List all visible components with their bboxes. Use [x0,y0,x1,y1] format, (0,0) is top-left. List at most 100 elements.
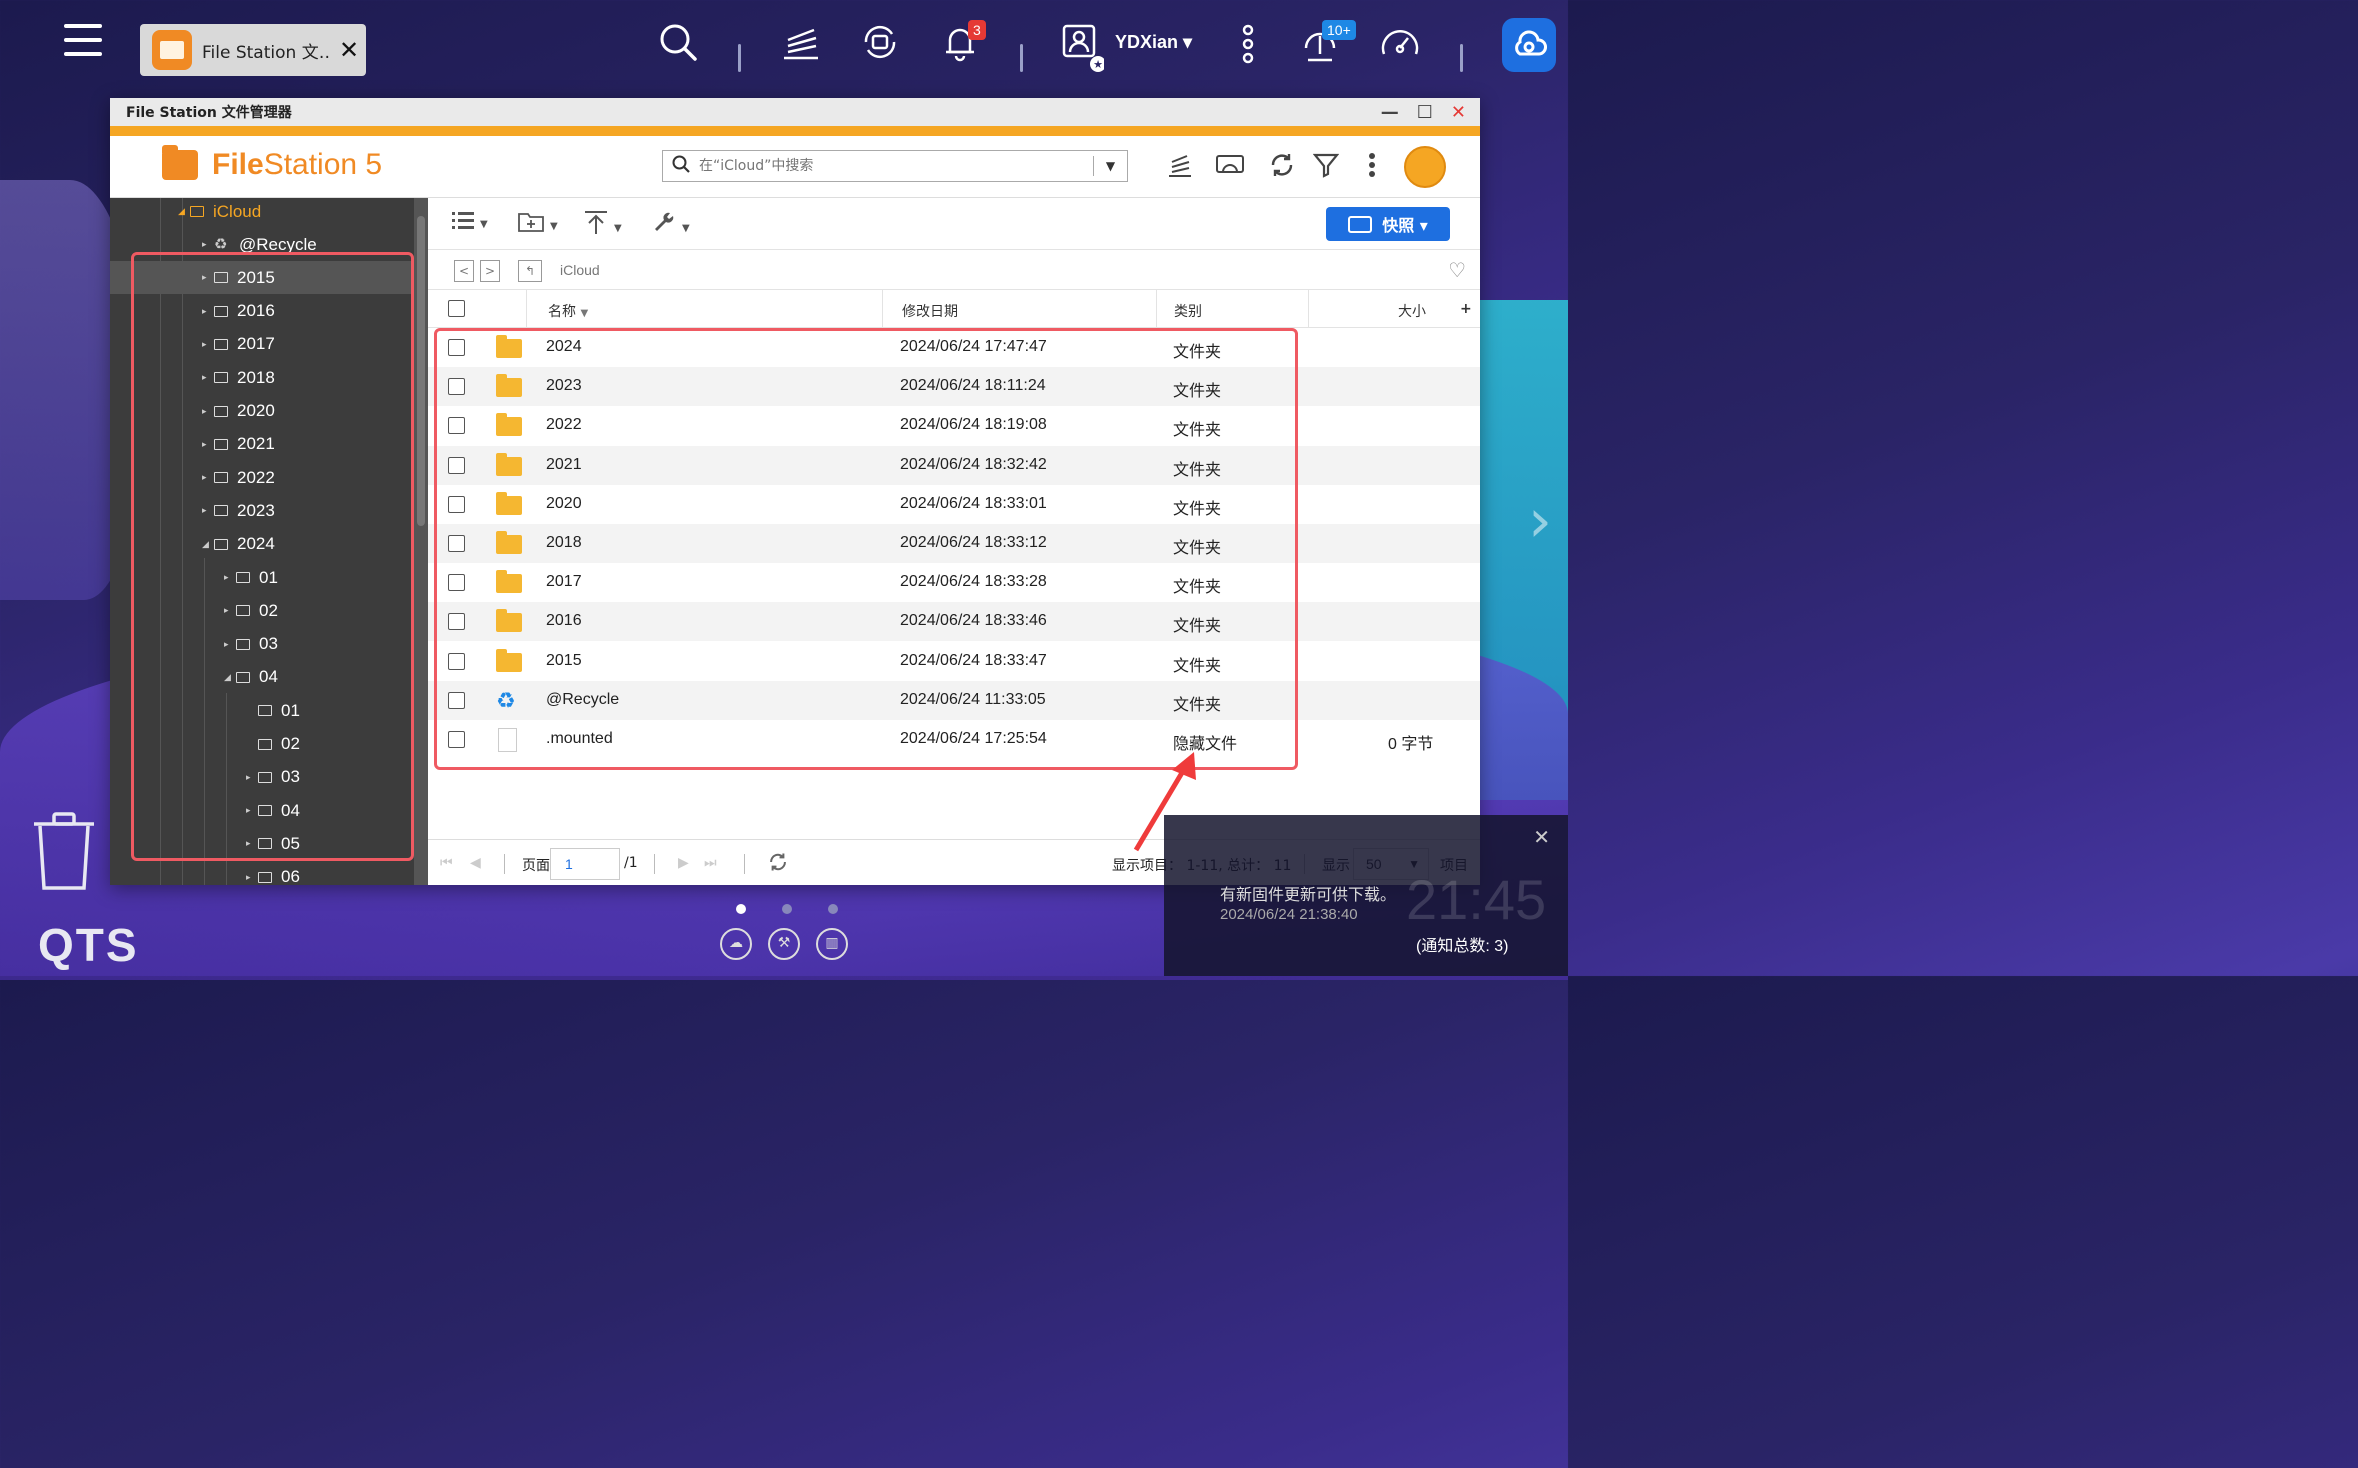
row-checkbox[interactable] [448,574,465,592]
expand-icon[interactable]: ▸ [224,572,236,583]
search-icon[interactable] [656,22,700,66]
table-row[interactable]: 2024 2024/06/24 17:47:47 文件夹 [428,328,1480,367]
expand-icon[interactable]: ▸ [202,239,214,250]
first-page-icon[interactable]: ⏮ [440,855,453,871]
expand-icon[interactable]: ▸ [202,439,214,450]
tree-scrollbar[interactable] [414,198,428,885]
column-header-size[interactable]: 大小 [1398,301,1426,321]
tools-wrench-icon[interactable]: ▼ [652,210,690,240]
prev-page-icon[interactable]: ◀ [470,855,481,871]
column-header-name[interactable]: 名称 ▼ [548,301,588,321]
refresh-icon[interactable] [1266,152,1298,184]
expand-icon[interactable]: ▸ [202,505,214,516]
row-checkbox[interactable] [448,691,465,709]
table-row[interactable]: 2022 2024/06/24 18:19:08 文件夹 [428,406,1480,445]
row-checkbox[interactable] [448,535,465,552]
last-page-icon[interactable]: ⏭ [704,855,717,871]
table-row[interactable]: 2020 2024/06/24 18:33:01 文件夹 [428,485,1480,524]
cloud-app-icon[interactable]: ☁ [720,928,752,960]
window-titlebar[interactable]: File Station 文件管理器 — ☐ ✕ [110,98,1480,136]
collapse-icon[interactable]: ◢ [178,206,190,217]
main-menu-icon[interactable] [64,24,102,62]
expand-icon[interactable]: ▸ [246,872,258,883]
expand-icon[interactable]: ▸ [246,805,258,816]
parent-folder-icon[interactable]: ↰ [518,260,542,282]
column-header-type[interactable]: 类别 [1174,301,1202,321]
tree-item[interactable]: ▸ 2017 [202,328,414,361]
tree-item[interactable]: ▸ 2018 [202,361,414,394]
table-row[interactable]: 2018 2024/06/24 18:33:12 文件夹 [428,524,1480,563]
refresh-icon[interactable] [768,852,788,876]
table-row[interactable]: 2015 2024/06/24 18:33:47 文件夹 [428,642,1480,681]
close-icon[interactable]: ✕ [332,36,366,64]
expand-icon[interactable]: ▸ [202,472,214,483]
user-icon[interactable]: ★ [1060,22,1106,72]
tree-item[interactable]: ▸ 2015 [110,261,414,295]
next-page-icon[interactable]: ▶ [678,855,689,871]
background-tasks-icon[interactable] [778,22,822,66]
tree-item[interactable]: ▸ 01 [224,561,414,594]
column-header-modified[interactable]: 修改日期 [902,301,958,321]
expand-icon[interactable]: ▸ [202,306,214,317]
row-checkbox[interactable] [448,731,465,748]
expand-icon[interactable]: ▸ [202,372,214,383]
book-app-icon[interactable]: ▥ [816,928,848,960]
expand-icon[interactable]: ▸ [202,339,214,350]
maximize-icon[interactable]: ☐ [1417,102,1433,123]
close-icon[interactable]: ✕ [1533,825,1550,850]
new-folder-icon[interactable]: ▼ [518,210,558,238]
remote-mount-icon[interactable] [1214,152,1246,184]
search-input[interactable] [699,152,1093,180]
more-options-icon[interactable] [1356,152,1388,184]
tree-item[interactable]: ▸ 02 [224,594,414,627]
row-checkbox[interactable] [448,378,465,396]
tree-item-root[interactable]: ◢ iCloud [178,198,414,228]
desktop-page-indicator[interactable] [736,904,838,914]
forward-icon[interactable]: > [480,260,500,282]
expand-icon[interactable]: ▸ [246,772,258,783]
background-tasks-icon[interactable] [1164,152,1196,184]
hammer-app-icon[interactable]: ⚒ [768,928,800,960]
notification-panel[interactable]: ✕ 21:45 有新固件更新可供下载。 2024/06/24 21:38:40 … [1164,815,1568,976]
more-options-icon[interactable] [1226,22,1270,66]
table-row[interactable]: ♻ @Recycle 2024/06/24 11:33:05 文件夹 [428,680,1480,720]
snapshot-button[interactable]: 快照 ▾ [1326,207,1450,241]
page-number-input[interactable]: 1 [550,848,620,880]
add-column-icon[interactable]: + [1460,301,1472,317]
tree-item[interactable]: 02 [246,728,414,761]
tree-item[interactable]: ▸ 2021 [202,428,414,461]
select-all-checkbox[interactable] [448,300,465,317]
tree-item[interactable]: ◢ 2024 [202,528,414,561]
trash-icon[interactable] [32,812,96,890]
search-icon[interactable] [663,155,699,178]
tree-item[interactable]: ▸ 2016 [202,295,414,328]
expand-icon[interactable]: ▸ [246,838,258,849]
back-icon[interactable]: < [454,260,474,282]
sync-icon[interactable] [858,22,902,66]
tree-item[interactable]: 01 [246,694,414,727]
expand-icon[interactable]: ▸ [202,406,214,417]
tree-item[interactable]: ▸ 04 [246,794,414,827]
row-checkbox[interactable] [448,652,465,670]
tree-item[interactable]: ◢ 04 [224,661,414,694]
avatar[interactable] [1404,146,1446,188]
expand-icon[interactable]: ▸ [202,272,214,283]
row-checkbox[interactable] [448,495,465,513]
cloud-icon[interactable] [1502,18,1556,72]
breadcrumb[interactable]: iCloud [560,262,600,278]
table-row[interactable]: 2021 2024/06/24 18:32:42 文件夹 [428,445,1480,485]
tree-item[interactable]: ▸ ♻ @Recycle [202,228,414,261]
tree-item[interactable]: ▸ 03 [246,761,414,794]
search-options-chevron-down-icon[interactable]: ▼ [1093,156,1127,176]
row-checkbox[interactable] [448,417,465,435]
tree-item[interactable]: ▸ 2023 [202,494,414,527]
favorite-heart-icon[interactable]: ♡ [1448,258,1466,282]
row-checkbox[interactable] [448,339,465,356]
table-row[interactable]: 2017 2024/06/24 18:33:28 文件夹 [428,563,1480,602]
row-checkbox[interactable] [448,456,465,474]
expand-icon[interactable]: ▸ [224,605,236,616]
collapse-icon[interactable]: ◢ [224,672,236,683]
row-checkbox[interactable] [448,613,465,631]
user-menu[interactable]: YDXian ▾ [1115,32,1192,53]
next-page-chevron-icon[interactable]: › [1528,486,1552,556]
